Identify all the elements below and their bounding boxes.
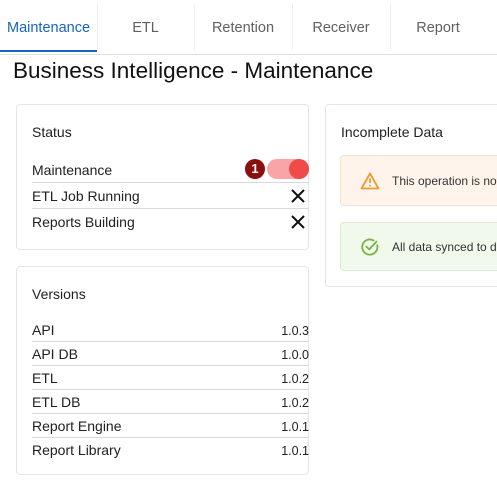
version-label: Report Engine bbox=[32, 418, 122, 434]
close-icon bbox=[291, 215, 305, 229]
status-row-etl-job: ETL Job Running bbox=[32, 183, 309, 209]
status-row-label: Maintenance bbox=[32, 162, 113, 178]
step-badge: 1 bbox=[245, 159, 265, 179]
tab-receiver[interactable]: Receiver bbox=[292, 0, 390, 54]
check-circle-icon bbox=[361, 238, 379, 256]
active-tab-indicator bbox=[0, 50, 97, 52]
status-row-label: ETL Job Running bbox=[32, 188, 140, 204]
success-alert-text: All data synced to da bbox=[392, 240, 497, 254]
versions-card-title: Versions bbox=[32, 286, 86, 302]
toggle-knob bbox=[289, 159, 309, 179]
version-value: 1.0.2 bbox=[281, 372, 309, 386]
warning-icon bbox=[360, 172, 380, 190]
maintenance-toggle[interactable] bbox=[267, 159, 309, 179]
incomplete-data-card: Incomplete Data This operation is not Al… bbox=[325, 104, 497, 287]
tab-etl[interactable]: ETL bbox=[97, 0, 194, 54]
tab-retention[interactable]: Retention bbox=[194, 0, 292, 54]
version-value: 1.0.1 bbox=[281, 420, 309, 434]
version-row: ETL 1.0.2 bbox=[32, 366, 309, 390]
version-label: ETL DB bbox=[32, 394, 81, 410]
version-row: API 1.0.3 bbox=[32, 318, 309, 342]
version-label: API bbox=[32, 322, 55, 338]
success-alert: All data synced to da bbox=[340, 222, 497, 271]
version-value: 1.0.1 bbox=[281, 444, 309, 458]
status-card-title: Status bbox=[32, 124, 72, 140]
versions-card: Versions API 1.0.3 API DB 1.0.0 ETL 1.0.… bbox=[16, 266, 309, 475]
version-row: ETL DB 1.0.2 bbox=[32, 390, 309, 414]
version-label: ETL bbox=[32, 370, 58, 386]
version-row: Report Library 1.0.1 bbox=[32, 438, 309, 462]
version-value: 1.0.3 bbox=[281, 324, 309, 338]
close-icon bbox=[291, 189, 305, 203]
version-label: Report Library bbox=[32, 442, 121, 458]
version-value: 1.0.0 bbox=[281, 348, 309, 362]
tab-bar: Maintenance ETL Retention Receiver Repor… bbox=[0, 0, 497, 55]
warning-alert: This operation is not bbox=[340, 155, 497, 206]
tab-maintenance[interactable]: Maintenance bbox=[0, 0, 97, 54]
status-card: Status Maintenance 1 ETL Job Running Rep… bbox=[16, 104, 309, 250]
status-row-maintenance: Maintenance 1 bbox=[32, 157, 309, 183]
status-row-label: Reports Building bbox=[32, 214, 135, 230]
status-row-reports-building: Reports Building bbox=[32, 209, 309, 235]
tab-report[interactable]: Report bbox=[390, 0, 486, 54]
version-row: Report Engine 1.0.1 bbox=[32, 414, 309, 438]
incomplete-data-title: Incomplete Data bbox=[341, 124, 443, 140]
warning-alert-text: This operation is not bbox=[392, 174, 497, 188]
version-value: 1.0.2 bbox=[281, 396, 309, 410]
page-title: Business Intelligence - Maintenance bbox=[13, 58, 374, 83]
version-label: API DB bbox=[32, 346, 78, 362]
version-row: API DB 1.0.0 bbox=[32, 342, 309, 366]
